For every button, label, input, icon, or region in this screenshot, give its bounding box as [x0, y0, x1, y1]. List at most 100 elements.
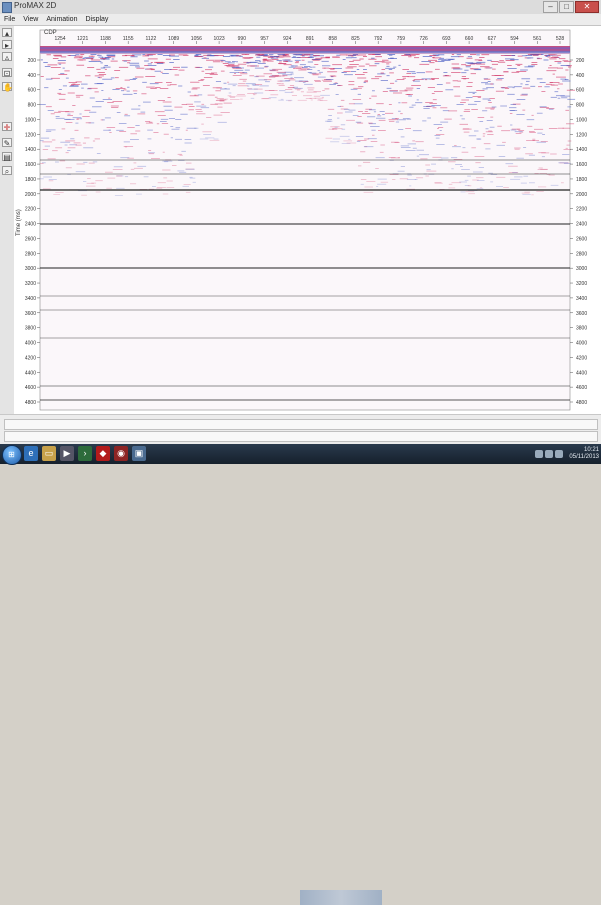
amplitude-streak	[292, 86, 298, 88]
magnify-icon[interactable]: ⌕	[2, 166, 12, 176]
amplitude-streak	[549, 82, 553, 83]
amplitude-streak	[314, 64, 319, 65]
folder-icon[interactable]: ▭	[42, 446, 56, 461]
hand-icon[interactable]: ✋	[2, 82, 13, 92]
amplitude-streak	[290, 73, 294, 75]
amplitude-streak	[337, 112, 343, 114]
amplitude-streak	[259, 61, 262, 63]
amplitude-streak	[460, 191, 466, 193]
promax-taskbar-icon[interactable]: ▣	[132, 446, 146, 461]
amplitude-streak	[185, 129, 188, 131]
amplitude-streak	[462, 147, 466, 149]
amplitude-streak	[498, 156, 506, 157]
menu-animation[interactable]: Animation	[46, 14, 77, 25]
amplitude-streak	[423, 106, 430, 107]
amplitude-streak	[226, 66, 235, 68]
amplitude-streak	[456, 104, 464, 105]
amplitude-streak	[482, 88, 488, 90]
amplitude-streak	[517, 65, 521, 66]
amplitude-streak	[289, 85, 295, 86]
amplitude-streak	[322, 65, 331, 67]
amplitude-streak	[451, 63, 460, 65]
arrow-up-icon[interactable]: ▴	[2, 28, 12, 38]
seismic-display-area[interactable]: CDP 1254 1221 1188 1155 1122 1089 1056 1023 990 9…	[14, 26, 601, 414]
zoom-icon[interactable]: ⊡	[2, 68, 12, 78]
amplitude-streak	[490, 181, 494, 183]
amplitude-streak	[419, 154, 429, 156]
amplitude-streak	[342, 72, 347, 73]
amplitude-streak	[416, 177, 424, 179]
amplitude-streak	[89, 97, 95, 99]
menu-file[interactable]: File	[4, 14, 15, 25]
amplitude-streak	[536, 141, 546, 143]
amplitude-streak	[134, 167, 143, 169]
amplitude-streak	[562, 80, 571, 82]
amplitude-streak	[89, 111, 97, 113]
amplitude-streak	[520, 94, 528, 96]
amplitude-streak	[79, 113, 82, 115]
arrow-up-alt-icon[interactable]: ▵	[2, 52, 12, 62]
amplitude-streak	[264, 66, 268, 68]
amplitude-streak	[223, 82, 227, 84]
amplitude-streak	[389, 54, 393, 56]
amplitude-streak	[381, 69, 386, 70]
amplitude-streak	[168, 118, 175, 119]
amplitude-streak	[188, 106, 195, 107]
amplitude-streak	[269, 54, 274, 56]
amplitude-streak	[465, 191, 475, 193]
amplitude-streak	[209, 74, 218, 75]
pencil-icon[interactable]: ✎	[2, 138, 12, 148]
amplitude-streak	[92, 161, 98, 163]
terminal-icon[interactable]: ›	[78, 446, 92, 461]
amplitude-streak	[112, 169, 123, 170]
amplitude-streak	[196, 113, 206, 115]
pdf-icon[interactable]: ◆	[96, 446, 110, 461]
amplitude-streak	[516, 128, 520, 130]
amplitude-streak	[474, 156, 485, 157]
amplitude-streak	[58, 98, 66, 100]
amplitude-streak	[550, 153, 557, 155]
amplitude-streak	[461, 99, 469, 101]
amplitude-streak	[175, 119, 182, 120]
amplitude-streak	[145, 121, 151, 122]
amplitude-streak	[485, 148, 491, 150]
amplitude-streak	[189, 95, 199, 97]
network-icon[interactable]	[535, 450, 544, 458]
ie-icon[interactable]: e	[24, 446, 38, 461]
clock[interactable]: 10:21 05/11/2013	[569, 447, 599, 461]
amplitude-streak	[205, 73, 215, 74]
amplitude-streak	[100, 62, 103, 64]
amplitude-streak	[165, 58, 171, 60]
amplitude-streak	[568, 66, 572, 68]
amplitude-streak	[543, 59, 549, 61]
flag-icon[interactable]	[555, 450, 564, 458]
amplitude-streak	[100, 67, 106, 69]
media-icon[interactable]: ▶	[60, 446, 74, 461]
palette-icon[interactable]: ▤	[2, 152, 12, 162]
close-button[interactable]: ✕	[575, 1, 599, 13]
amplitude-streak	[561, 97, 568, 99]
amplitude-streak	[337, 85, 343, 86]
start-button[interactable]: ⊞	[2, 445, 22, 465]
amplitude-streak	[454, 95, 461, 97]
amplitude-streak	[130, 168, 135, 170]
amplitude-streak	[357, 93, 361, 95]
amplitude-streak	[451, 157, 458, 159]
seismic-section-svg[interactable]: CDP 1254 1221 1188 1155 1122 1089 1056 1023 990 9…	[14, 26, 601, 414]
volume-icon[interactable]	[545, 450, 554, 458]
amplitude-streak	[398, 102, 401, 104]
maximize-button[interactable]: □	[559, 1, 574, 13]
menu-display[interactable]: Display	[85, 14, 108, 25]
amplitude-streak	[363, 161, 371, 163]
amplitude-streak	[423, 108, 430, 109]
amplitude-streak	[554, 61, 562, 62]
amplitude-streak	[194, 66, 200, 68]
amplitude-streak	[453, 68, 463, 70]
crosshair-icon[interactable]: ✛	[2, 122, 12, 132]
amplitude-streak	[406, 87, 414, 89]
menu-view[interactable]: View	[23, 14, 38, 25]
minimize-button[interactable]: –	[543, 1, 558, 13]
arrow-right-icon[interactable]: ▸	[2, 40, 12, 50]
amplitude-streak	[147, 58, 158, 60]
app-red-icon[interactable]: ◉	[114, 446, 128, 461]
